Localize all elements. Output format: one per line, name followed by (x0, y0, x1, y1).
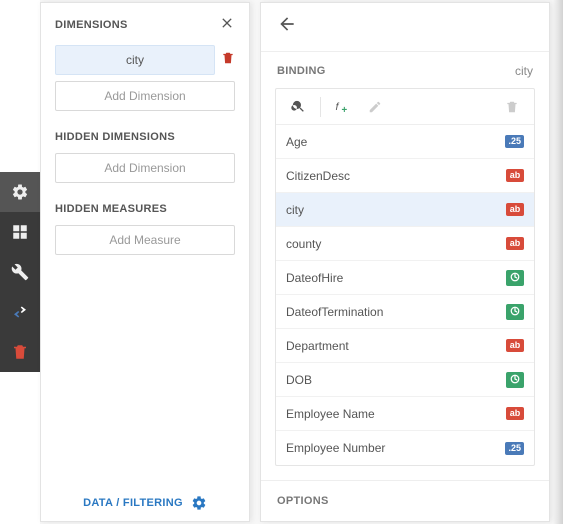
add-dimension-button[interactable]: Add Dimension (55, 81, 235, 111)
gear-icon (191, 495, 207, 511)
close-panel-button[interactable] (219, 15, 235, 35)
field-list: f+ Age .25 CitizenDesc ab city ab county ab Date… (275, 88, 535, 466)
remove-dimension-button[interactable] (221, 51, 235, 70)
sidebar-wrench[interactable] (0, 252, 40, 292)
type-badge-date (506, 304, 524, 320)
edit-field-button (361, 93, 389, 121)
swap-icon (11, 303, 29, 321)
binding-value: city (515, 64, 533, 78)
field-row[interactable]: Employee Name ab (276, 397, 534, 431)
data-filtering-label: DATA / FILTERING (83, 497, 183, 509)
sidebar-layout[interactable] (0, 212, 40, 252)
arrow-left-icon (277, 14, 297, 34)
dimensions-title: DIMENSIONS (55, 19, 128, 31)
add-calculated-field-button[interactable]: f+ (329, 93, 357, 121)
field-name: Employee Name (286, 407, 375, 421)
field-name: CitizenDesc (286, 169, 350, 183)
field-row[interactable]: city ab (276, 193, 534, 227)
options-section[interactable]: OPTIONS (261, 480, 549, 521)
close-icon (219, 15, 235, 31)
field-name: county (286, 237, 321, 251)
search-button[interactable] (284, 93, 312, 121)
type-badge-string: ab (506, 203, 524, 216)
type-badge-date (506, 270, 524, 286)
gear-icon (11, 183, 29, 201)
field-name: city (286, 203, 304, 217)
field-name: Department (286, 339, 349, 353)
type-badge-number: .25 (505, 135, 524, 148)
type-badge-date (506, 372, 524, 388)
trash-icon (11, 343, 29, 361)
delete-field-button (498, 93, 526, 121)
field-row[interactable]: DateofTermination (276, 295, 534, 329)
shadow (553, 0, 563, 524)
field-row[interactable]: Employee Number .25 (276, 431, 534, 465)
dimension-chip[interactable]: city (55, 45, 215, 75)
tool-sidebar (0, 0, 40, 524)
separator (320, 97, 321, 117)
add-hidden-dimension-button[interactable]: Add Dimension (55, 153, 235, 183)
data-filtering-button[interactable]: DATA / FILTERING (41, 495, 249, 511)
sidebar-settings[interactable] (0, 172, 40, 212)
field-row[interactable]: CitizenDesc ab (276, 159, 534, 193)
back-button[interactable] (277, 14, 297, 40)
type-badge-string: ab (506, 339, 524, 352)
trash-icon (221, 51, 235, 65)
field-row[interactable]: Department ab (276, 329, 534, 363)
hidden-measures-title: HIDDEN MEASURES (55, 203, 235, 215)
layout-icon (11, 223, 29, 241)
data-shaping-section[interactable]: DATA SHAPING (261, 521, 549, 522)
function-plus-icon: f+ (334, 98, 352, 116)
search-icon (291, 99, 306, 114)
field-toolbar: f+ (276, 89, 534, 125)
type-badge-string: ab (506, 169, 524, 182)
field-row[interactable]: county ab (276, 227, 534, 261)
field-name: DateofHire (286, 271, 343, 285)
field-row[interactable]: Age .25 (276, 125, 534, 159)
type-badge-string: ab (506, 407, 524, 420)
sidebar-swap[interactable] (0, 292, 40, 332)
field-name: DateofTermination (286, 305, 383, 319)
field-name: DOB (286, 373, 312, 387)
field-name: Employee Number (286, 441, 385, 455)
type-badge-number: .25 (505, 442, 524, 455)
field-name: Age (286, 135, 307, 149)
add-measure-button[interactable]: Add Measure (55, 225, 235, 255)
binding-title: BINDING (277, 65, 326, 77)
svg-text:+: + (342, 105, 348, 116)
wrench-icon (11, 263, 29, 281)
hidden-dimensions-title: HIDDEN DIMENSIONS (55, 131, 235, 143)
dimensions-panel: DIMENSIONS city Add Dimension HIDDEN DIM… (40, 2, 250, 522)
pencil-icon (368, 100, 382, 114)
type-badge-string: ab (506, 237, 524, 250)
sidebar-delete[interactable] (0, 332, 40, 372)
field-row[interactable]: DateofHire (276, 261, 534, 295)
svg-text:f: f (336, 101, 340, 113)
field-row[interactable]: DOB (276, 363, 534, 397)
trash-icon (505, 100, 519, 114)
binding-panel: BINDING city f+ Age.25CitizenDe (260, 2, 550, 522)
